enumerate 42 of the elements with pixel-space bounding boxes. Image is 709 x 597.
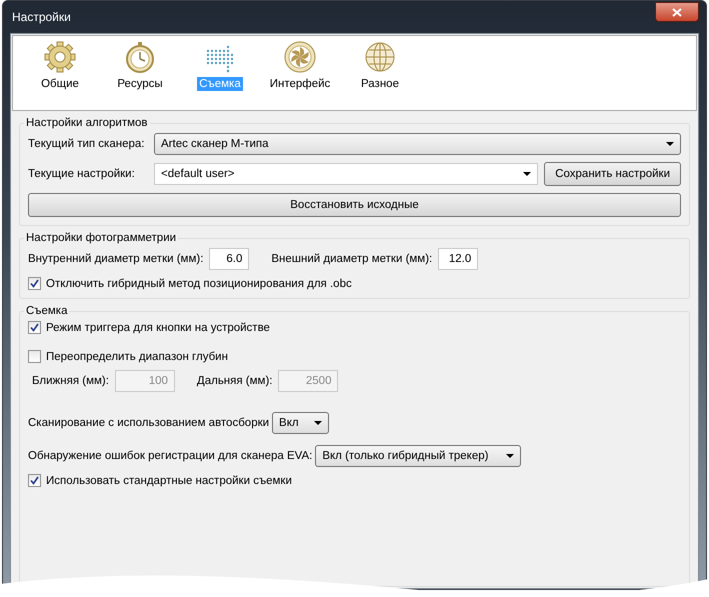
globe-icon xyxy=(364,41,396,73)
field-label: Сканирование с использованием автосборки xyxy=(28,417,270,429)
field-label: Внешний диаметр метки (мм): xyxy=(271,253,432,265)
checkbox[interactable] xyxy=(28,277,41,290)
group-title: Съемка xyxy=(25,305,68,317)
field-label: Внутренний диаметр метки (мм): xyxy=(28,253,204,265)
aperture-icon xyxy=(284,41,316,73)
caret-icon xyxy=(506,454,514,458)
tab[interactable]: Разное xyxy=(345,39,415,107)
number-field[interactable]: 12.0 xyxy=(438,248,478,270)
dropdown[interactable]: Вкл (только гибридный трекер) xyxy=(315,445,522,467)
field-label: Ближняя (мм): xyxy=(32,375,109,387)
dropdown[interactable]: Artec сканер М-типа xyxy=(154,133,681,155)
gear-icon xyxy=(44,41,76,73)
checkbox-label: Отключить гибридный метод позиционирования для .obc xyxy=(46,278,352,290)
field-label: Дальняя (мм): xyxy=(196,375,272,387)
group-title: Настройки алгоритмов xyxy=(25,117,149,129)
close-button[interactable] xyxy=(655,2,699,22)
field-label: Обнаружение ошибок регистрации для сканера EVA: xyxy=(28,450,312,462)
window-title: Настройки xyxy=(11,10,71,24)
checkbox[interactable] xyxy=(28,474,41,487)
stopwatch-icon xyxy=(124,41,156,73)
caret-icon xyxy=(523,172,532,176)
settings-dropdown[interactable]: <default user> xyxy=(154,163,538,185)
dropdown[interactable]: Вкл xyxy=(272,412,330,434)
checkbox[interactable] xyxy=(28,321,41,334)
checkbox-label: Использовать стандартные настройки съемки xyxy=(46,474,292,486)
save-settings-button[interactable]: Сохранить настройки xyxy=(544,162,681,186)
checkbox-label: Режим триггера для кнопки на устройстве xyxy=(46,322,270,334)
caret-icon xyxy=(314,421,322,425)
caret-icon xyxy=(666,142,674,146)
tab[interactable]: Общие xyxy=(25,39,95,107)
restore-defaults-button[interactable]: Восстановить исходные xyxy=(28,193,681,217)
field-label: Текущие настройки: xyxy=(28,168,136,180)
checkbox-label: Переопределить диапазон глубин xyxy=(46,350,228,362)
field-label: Текущий тип сканера: xyxy=(28,138,146,150)
number-field[interactable]: 6.0 xyxy=(209,248,250,270)
tab[interactable]: Интерфейс xyxy=(265,39,335,107)
group-title: Настройки фотограмметрии xyxy=(25,232,178,244)
close-icon xyxy=(672,8,682,16)
checkbox[interactable] xyxy=(28,350,41,363)
tab[interactable]: Ресурсы xyxy=(105,39,175,107)
